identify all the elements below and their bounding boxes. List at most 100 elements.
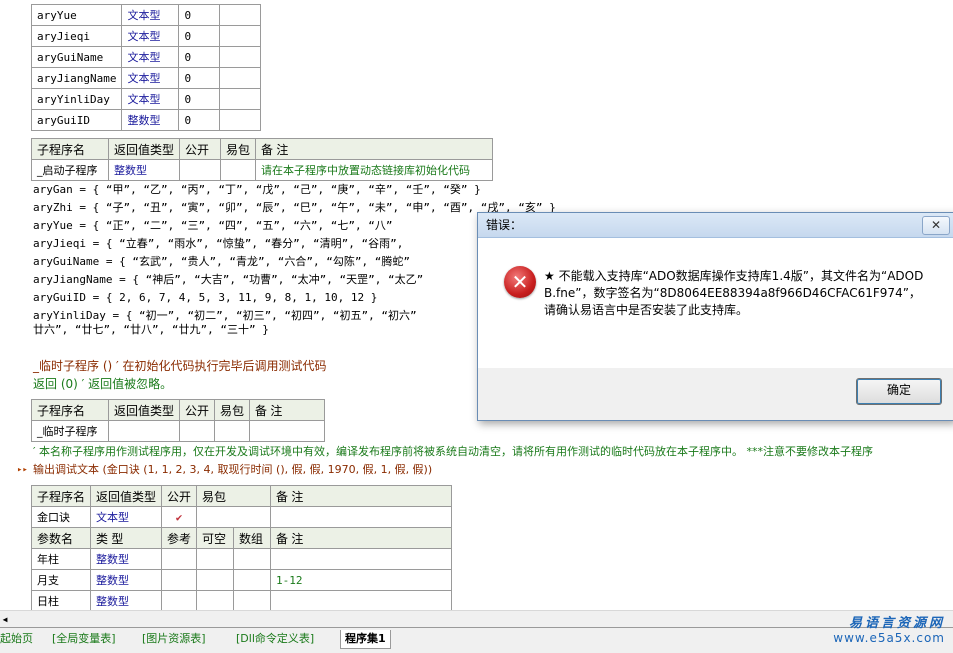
horizontal-scrollbar[interactable]: ◀ [0,610,953,628]
var-extra[interactable] [219,25,262,47]
col-header: 易包 [214,399,251,421]
param-type[interactable]: 整数型 [90,590,163,612]
public-cell[interactable] [179,420,216,442]
var-value[interactable]: 0 [178,25,221,47]
table-row[interactable]: aryJieqi 文本型 0 [30,25,262,47]
param-array[interactable] [233,569,272,591]
package-cell[interactable] [214,420,251,442]
col-header: 公开 [161,485,198,507]
param-array[interactable] [233,590,272,612]
var-name[interactable]: aryGuiID [30,109,123,131]
table-row[interactable]: aryYue 文本型 0 [30,4,262,26]
error-dialog[interactable]: 错误： ✕ ✕ ★ 不能载入支持库“ADO数据库操作支持库1.4版”，其文件名为… [477,212,953,421]
table-row[interactable]: _临时子程序 [31,420,326,442]
public-cell[interactable] [179,159,222,181]
col-header: 备 注 [249,399,326,421]
var-type[interactable]: 文本型 [121,4,180,26]
var-type[interactable]: 文本型 [121,67,180,89]
table-row[interactable]: aryJiangName 文本型 0 [30,67,262,89]
var-name[interactable]: aryYinliDay [30,88,123,110]
sub-note[interactable]: 请在本子程序中放置动态链接库初始化代码 [255,159,494,181]
param-ref[interactable] [161,548,198,570]
var-extra[interactable] [219,109,262,131]
var-extra[interactable] [219,88,262,110]
code-line[interactable]: aryJiangName = { “神后”, “大吉”, “功曹”, “太冲”,… [33,271,423,289]
table-header-row: 子程序名 返回值类型 公开 易包 备 注 [31,399,326,421]
var-type[interactable]: 整数型 [121,109,180,131]
var-value[interactable]: 0 [178,67,221,89]
var-type[interactable]: 文本型 [121,88,180,110]
temp-sub-decl[interactable]: _临时子程序 () ′ 在初始化代码执行完毕后调用测试代码 [33,357,327,374]
param-name[interactable]: 日柱 [30,590,92,612]
param-type[interactable]: 整数型 [90,548,163,570]
var-value[interactable]: 0 [178,4,221,26]
var-value[interactable]: 0 [178,46,221,68]
table-row[interactable]: aryYinliDay 文本型 0 [30,88,262,110]
col-header: 易包 [220,138,257,160]
sub-name[interactable]: _临时子程序 [31,420,109,442]
param-nullable[interactable] [196,590,235,612]
tab-dll-commands[interactable]: [Dll命令定义表] [236,630,314,648]
return-type[interactable]: 整数型 [107,159,181,181]
table-row[interactable]: aryGuiName 文本型 0 [30,46,262,68]
code-line[interactable]: aryYue = { “正”, “二”, “三”, “四”, “五”, “六”,… [33,217,393,235]
param-name[interactable]: 月支 [30,569,92,591]
var-name[interactable]: aryJiangName [30,67,123,89]
var-type[interactable]: 文本型 [121,46,180,68]
table-row[interactable]: _启动子程序 整数型 请在本子程序中放置动态链接库初始化代码 [31,159,494,181]
temp-sub-comment[interactable]: ′ 本名称子程序用作测试程序用，仅在开发及调试环境中有效，编译发布程序前将被系统… [33,443,951,459]
package-cell[interactable] [220,159,257,181]
code-line[interactable]: aryJieqi = { “立春”, “雨水”, “惊蛰”, “春分”, “清明… [33,235,403,253]
col-header: 子程序名 [30,485,92,507]
tab-program-set-1[interactable]: 程序集1 [340,630,391,649]
public-check-icon[interactable]: ✔ [161,506,198,528]
param-type[interactable]: 整数型 [90,569,163,591]
param-name[interactable]: 年柱 [30,548,92,570]
sub-name[interactable]: _启动子程序 [31,159,109,181]
param-ref[interactable] [161,590,198,612]
param-row[interactable]: 月支 整数型 1-12 [30,569,453,591]
var-name[interactable]: aryYue [30,4,123,26]
param-note[interactable] [270,548,453,570]
watermark-logo: 易语言资源网 www.e5a5x.com [833,612,945,645]
return-line[interactable]: 返回 (0) ′ 返回值被忽略。 [33,375,172,392]
var-extra[interactable] [219,46,262,68]
sub-name[interactable]: 金口诀 [30,506,92,528]
sub-note[interactable] [270,506,453,528]
return-type[interactable]: 文本型 [90,506,163,528]
param-note[interactable] [270,590,453,612]
param-note[interactable]: 1-12 [270,569,453,591]
param-row[interactable]: 年柱 整数型 [30,548,453,570]
var-extra[interactable] [219,4,262,26]
debug-output-line[interactable]: 输出调试文本 (金口诀 (1, 1, 2, 3, 4, 取现行时间 (), 假,… [33,461,432,477]
close-icon[interactable]: ✕ [922,216,950,235]
tab-global-vars[interactable]: [全局变量表] [52,630,116,648]
scroll-left-arrow-icon[interactable]: ◀ [0,613,10,626]
param-nullable[interactable] [196,569,235,591]
return-type[interactable] [107,420,181,442]
tab-start-page[interactable]: 起始页 [0,630,33,648]
tab-image-resources[interactable]: [图片资源表] [142,630,206,648]
code-line[interactable]: aryGan = { “甲”, “乙”, “丙”, “丁”, “戊”, “己”,… [33,181,481,199]
param-nullable[interactable] [196,548,235,570]
ok-button[interactable]: 确定 [856,378,942,405]
param-row[interactable]: 日柱 整数型 [30,590,453,612]
code-line[interactable]: 廿六”, “廿七”, “廿八”, “廿九”, “三十” } [33,321,269,339]
sub-note[interactable] [249,420,326,442]
var-value[interactable]: 0 [178,109,221,131]
package-cell[interactable] [196,506,272,528]
code-line[interactable]: aryGuiID = { 2, 6, 7, 4, 5, 3, 11, 9, 8,… [33,289,377,307]
temp-sub-decl-text: _临时子程序 () ′ 在初始化代码执行完毕后调用测试代码 [33,359,327,373]
table-row[interactable]: 金口诀 文本型 ✔ [30,506,453,528]
var-extra[interactable] [219,67,262,89]
param-ref[interactable] [161,569,198,591]
var-name[interactable]: aryGuiName [30,46,123,68]
var-name[interactable]: aryJieqi [30,25,123,47]
breakpoint-arrow-icon[interactable]: ▸▸ [17,465,28,475]
var-value[interactable]: 0 [178,88,221,110]
var-type[interactable]: 文本型 [121,25,180,47]
code-line[interactable]: aryGuiName = { “玄武”, “贵人”, “青龙”, “六合”, “… [33,253,410,271]
param-array[interactable] [233,548,272,570]
table-row[interactable]: aryGuiID 整数型 0 [30,109,262,131]
dialog-message: ★ 不能载入支持库“ADO数据库操作支持库1.4版”，其文件名为“ADODB.f… [544,269,924,317]
